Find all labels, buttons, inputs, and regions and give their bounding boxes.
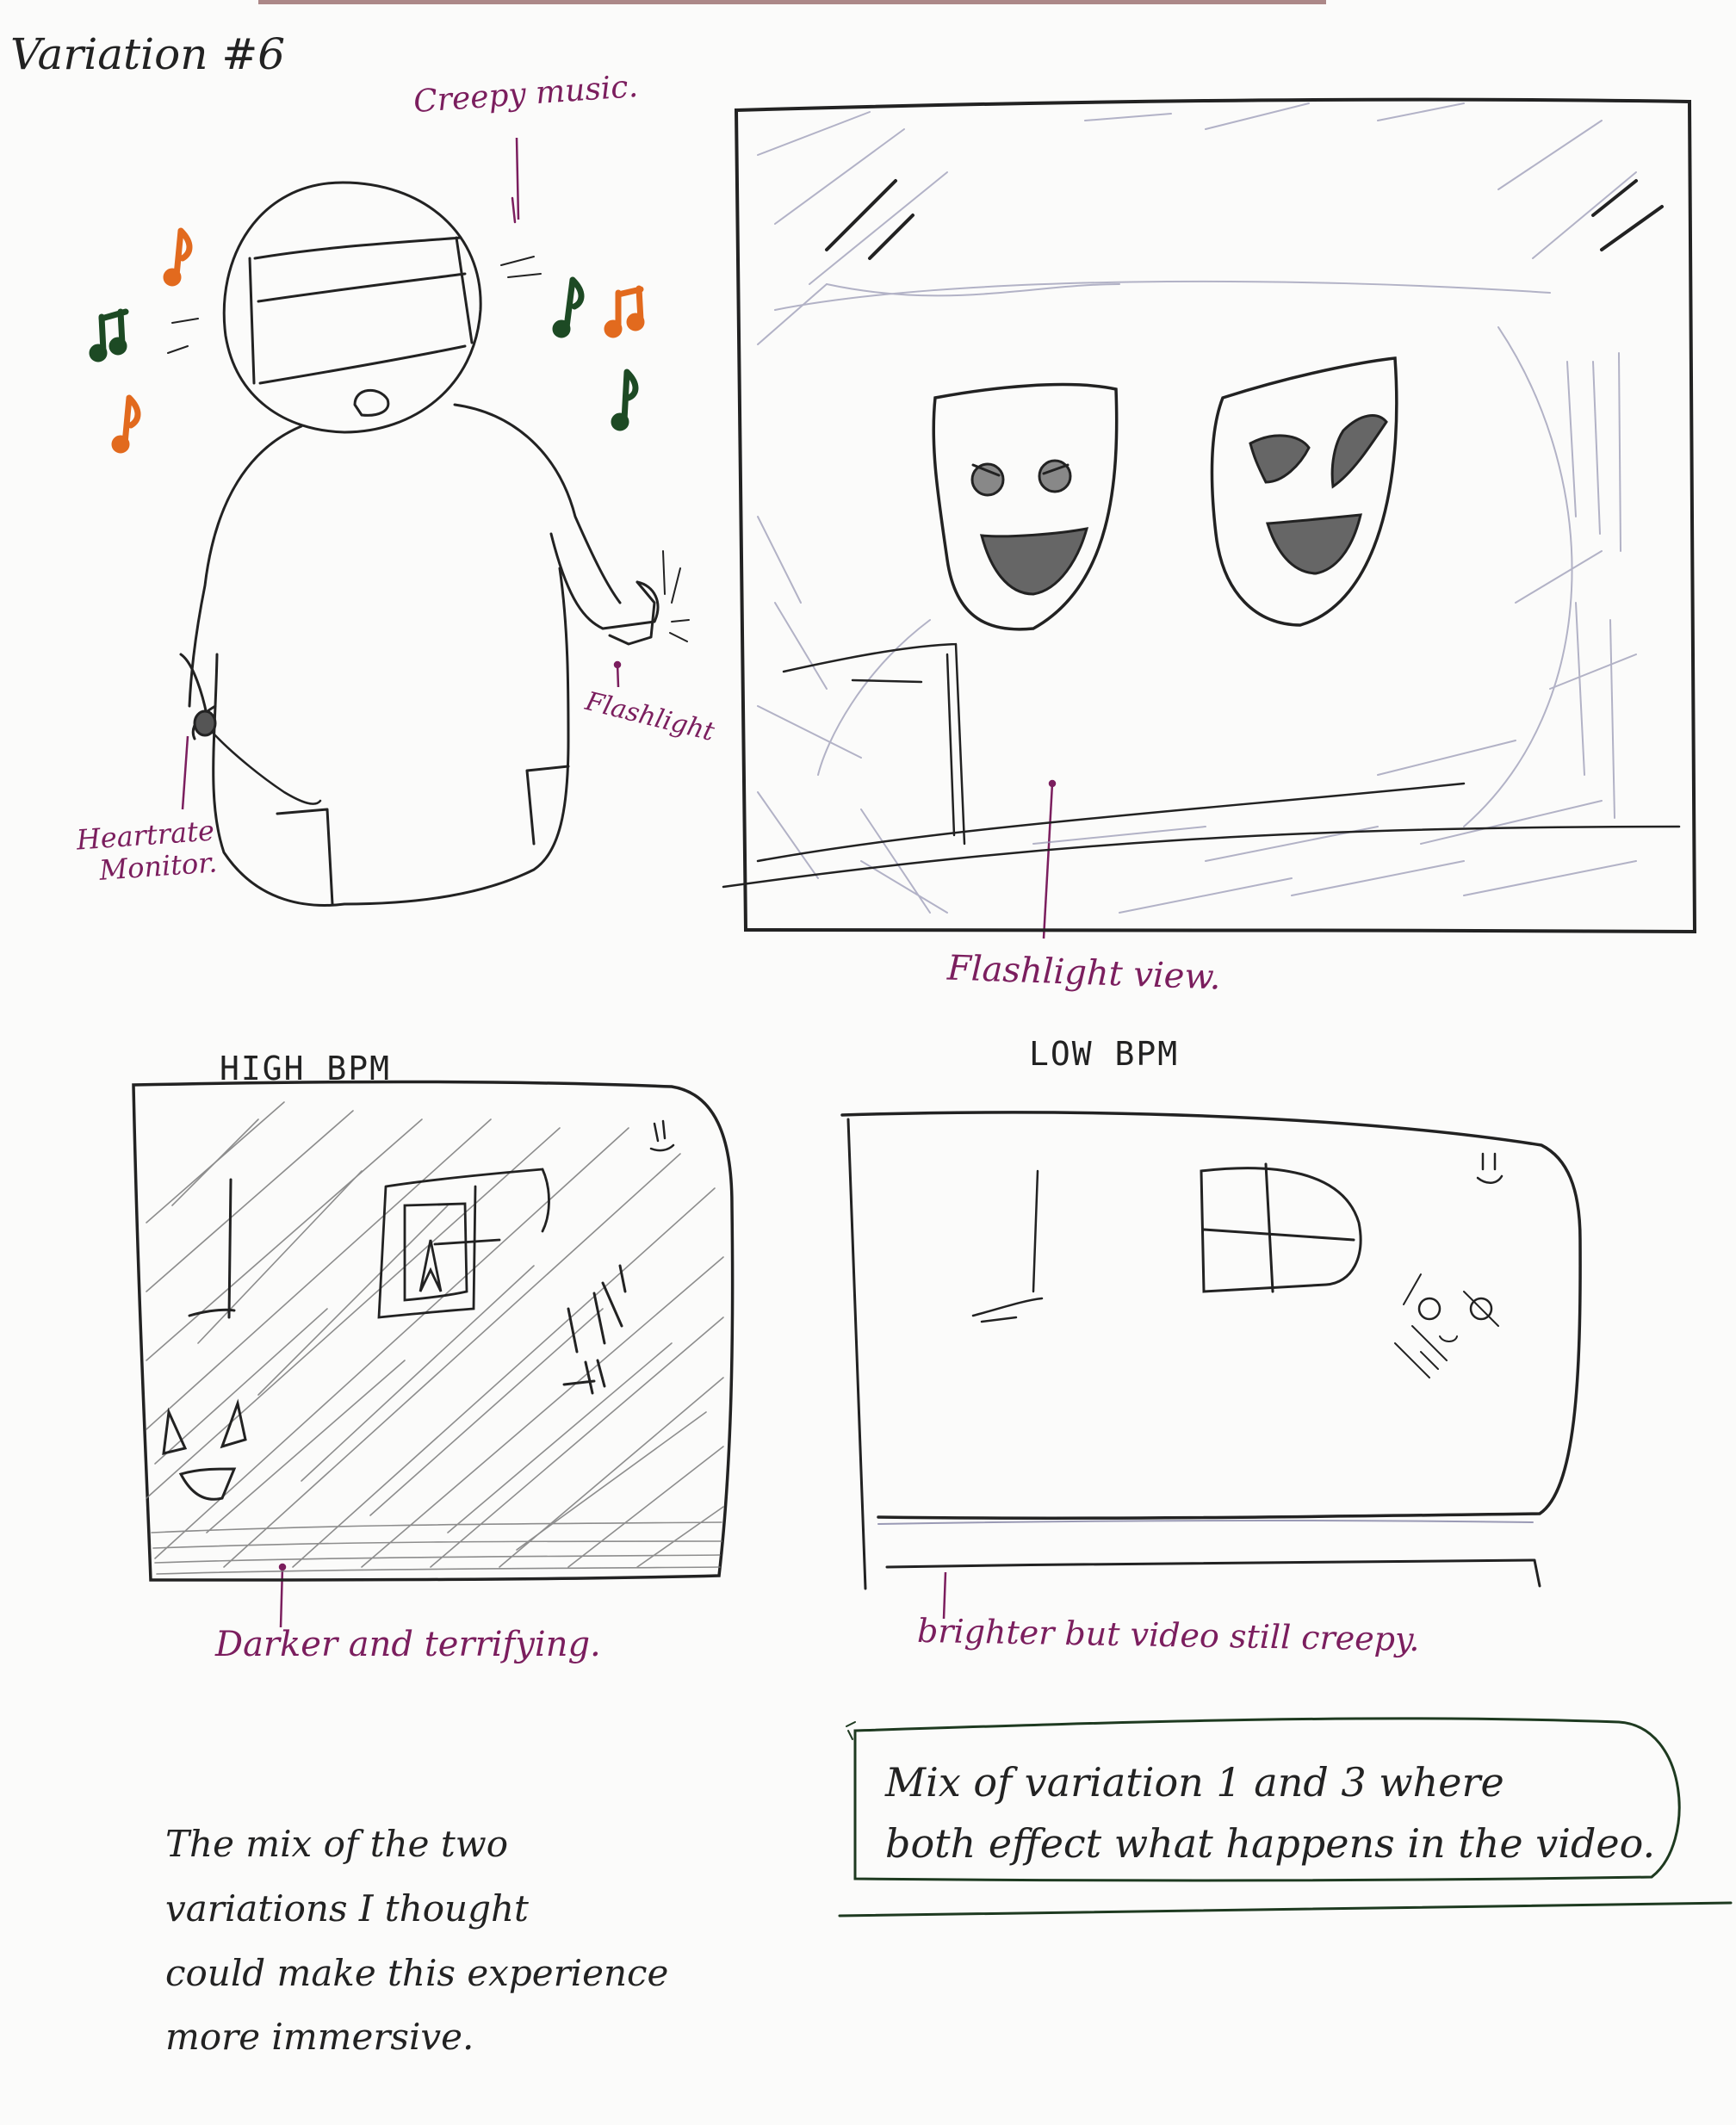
heartrate-monitor-label: Heartrate Monitor. — [76, 815, 219, 888]
high-bpm-panel — [132, 1080, 735, 1582]
boxed-note-line2: both effect what happens in the video. — [885, 1820, 1656, 1868]
sketch-page: Variation #6 Creepy music. Flashlight He… — [0, 0, 1736, 2125]
flashlight-view-label: Flashlight view. — [946, 948, 1222, 998]
low-bpm-panel — [840, 1111, 1582, 1590]
boxed-note: Mix of variation 1 and 3 where both effe… — [885, 1752, 1655, 1875]
low-bpm-caption: brighter but video still creepy. — [916, 1611, 1420, 1659]
flashlight-view-panel — [722, 97, 1697, 934]
annotation-pointers — [181, 137, 1057, 1628]
page-title: Variation #6 — [10, 29, 286, 79]
high-bpm-caption: Darker and terrifying. — [215, 1625, 601, 1664]
high-bpm-heading: HIGH BPM — [220, 1050, 392, 1087]
free-note-line1: The mix of the two — [165, 1823, 508, 1865]
person-figure — [167, 181, 690, 907]
free-note-line4: more immersive. — [165, 2016, 474, 2059]
free-note: The mix of the two variations I thought … — [165, 1812, 668, 2070]
music-notes — [89, 227, 645, 454]
boxed-note-line1: Mix of variation 1 and 3 where — [885, 1759, 1504, 1806]
free-note-line3: could make this experience — [165, 1951, 669, 1994]
low-bpm-heading: LOW BPM — [1029, 1035, 1180, 1073]
free-note-line2: variations I thought — [165, 1886, 529, 1930]
